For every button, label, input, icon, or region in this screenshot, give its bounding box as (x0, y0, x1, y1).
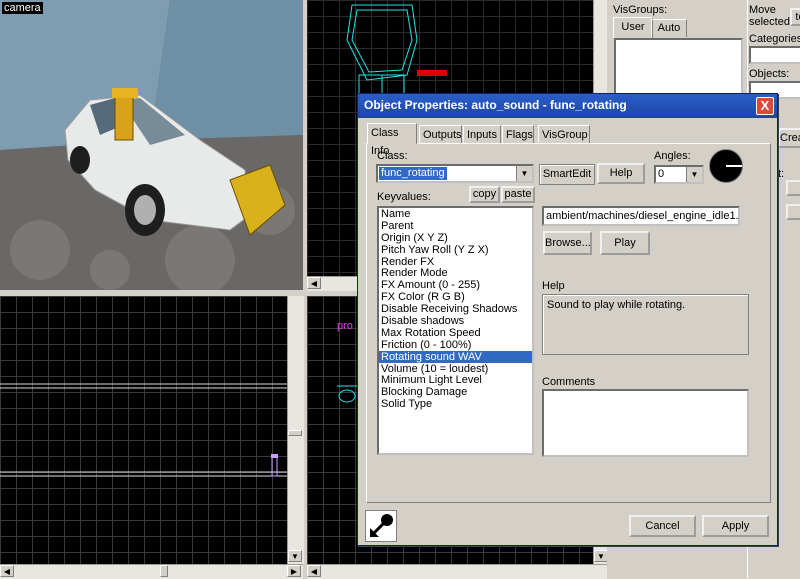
class-select[interactable]: func_rotating ▼ (376, 164, 534, 183)
extra-label: t: (778, 168, 785, 180)
paste-button[interactable]: paste (501, 186, 535, 203)
help-button[interactable]: Help (597, 163, 645, 184)
browse-button[interactable]: Browse... (543, 231, 592, 255)
angles-select[interactable]: 0 ▼ (654, 165, 704, 184)
camera-viewport[interactable]: camera (0, 0, 303, 290)
front-viewport-hscroll[interactable]: ◀ (307, 564, 607, 579)
objects-label: Objects: (749, 68, 790, 80)
help-label: Help (542, 280, 565, 292)
angles-value: 0 (658, 168, 665, 180)
scroll-thumb[interactable] (288, 430, 302, 436)
side-viewport-vscroll[interactable]: ▼ (287, 296, 304, 564)
move-selected-label: Move selected: (749, 4, 794, 28)
wireframe-side (0, 383, 287, 477)
class-value: func_rotating (379, 167, 447, 180)
help-box: Sound to play while rotating. (542, 294, 749, 355)
tab-outputs[interactable]: Outputs (419, 125, 462, 143)
keyvalue-item[interactable]: Friction (0 - 100%) (379, 339, 532, 351)
object-properties-dialog: Object Properties: auto_sound - func_rot… (357, 93, 778, 546)
tab-inputs[interactable]: Inputs (463, 125, 501, 143)
keyvalue-item[interactable]: Render FX (379, 256, 532, 268)
categories-field[interactable] (749, 46, 800, 64)
keyvalue-item[interactable]: Blocking Damage (379, 386, 532, 398)
dialog-title: Object Properties: auto_sound - func_rot… (364, 98, 627, 112)
help-text: Sound to play while rotating. (547, 299, 686, 311)
side-button-1[interactable] (786, 180, 800, 196)
visgroups-label: VisGroups: (613, 4, 668, 16)
keyvalue-item[interactable]: Render Mode (379, 267, 532, 280)
keyvalue-item[interactable]: Name (379, 208, 532, 220)
side-viewport-hscroll[interactable]: ◀ ▶ (0, 564, 303, 579)
close-icon[interactable]: X (756, 97, 774, 115)
scroll-down-icon[interactable]: ▼ (594, 550, 608, 562)
categories-label: Categories: (749, 33, 800, 45)
keyvalue-item[interactable]: Disable Receiving Shadows (379, 303, 532, 315)
scroll-thumb[interactable] (160, 565, 168, 577)
create-button[interactable]: Crea (778, 128, 800, 148)
comments-label: Comments (542, 376, 596, 388)
scroll-left-icon[interactable]: ◀ (0, 565, 14, 577)
tab-visgroup[interactable]: VisGroup (538, 125, 590, 143)
comments-field[interactable] (542, 389, 749, 457)
pointer-icon (370, 514, 393, 537)
chevron-down-icon[interactable]: ▼ (686, 167, 702, 182)
tab-auto[interactable]: Auto (651, 19, 687, 37)
keyvalue-item[interactable]: Rotating sound WAV (379, 350, 532, 363)
apply-button[interactable]: Apply (702, 515, 769, 537)
keyvalue-item[interactable]: Minimum Light Level (379, 374, 532, 387)
smartedit-toggle[interactable]: SmartEdit (539, 164, 595, 185)
dialog-titlebar[interactable]: Object Properties: auto_sound - func_rot… (358, 94, 777, 118)
keyvalue-item[interactable]: Volume (10 = loudest) (379, 363, 532, 375)
keyvalue-item[interactable]: Max Rotation Speed (379, 327, 532, 339)
move-to-button[interactable]: to (790, 8, 800, 26)
keyvalue-item[interactable]: FX Color (R G B) (379, 291, 532, 303)
keyvalue-item[interactable]: Parent (379, 220, 532, 232)
camera-label: camera (2, 2, 43, 14)
tab-user[interactable]: User (613, 17, 653, 38)
keyvalues-list[interactable]: Name Parent Origin (X Y Z) Pitch Yaw Roll (… (377, 206, 534, 455)
side-button-2[interactable] (786, 204, 800, 220)
tab-class-info[interactable]: Class Info (367, 123, 417, 157)
cancel-button[interactable]: Cancel (629, 515, 696, 537)
keyvalue-item[interactable]: Disable shadows (379, 315, 532, 327)
keyvalue-item[interactable]: Origin (X Y Z) (379, 232, 532, 244)
angles-label: Angles: (654, 150, 691, 162)
tab-flags[interactable]: Flags (502, 125, 534, 143)
keyvalue-item[interactable]: Pitch Yaw Roll (Y Z X) (379, 244, 532, 256)
scroll-down-icon[interactable]: ▼ (288, 550, 302, 562)
scroll-left-icon[interactable]: ◀ (307, 565, 321, 577)
angle-dial-icon[interactable] (709, 149, 743, 183)
keyvalue-item[interactable]: FX Amount (0 - 255) (379, 279, 532, 291)
value-field[interactable]: ambient/machines/diesel_engine_idle1.wav (542, 206, 740, 226)
scroll-left-icon[interactable]: ◀ (307, 277, 321, 289)
chevron-down-icon[interactable]: ▼ (516, 166, 532, 181)
keyvalues-label: Keyvalues: (377, 191, 431, 203)
camera-scene (0, 0, 303, 290)
entity-picker-icon[interactable] (365, 510, 397, 542)
side-viewport[interactable] (0, 296, 287, 564)
scroll-right-icon[interactable]: ▶ (287, 565, 301, 577)
keyvalue-item[interactable]: Solid Type (379, 398, 532, 410)
copy-button[interactable]: copy (469, 186, 500, 203)
play-button[interactable]: Play (600, 231, 650, 255)
